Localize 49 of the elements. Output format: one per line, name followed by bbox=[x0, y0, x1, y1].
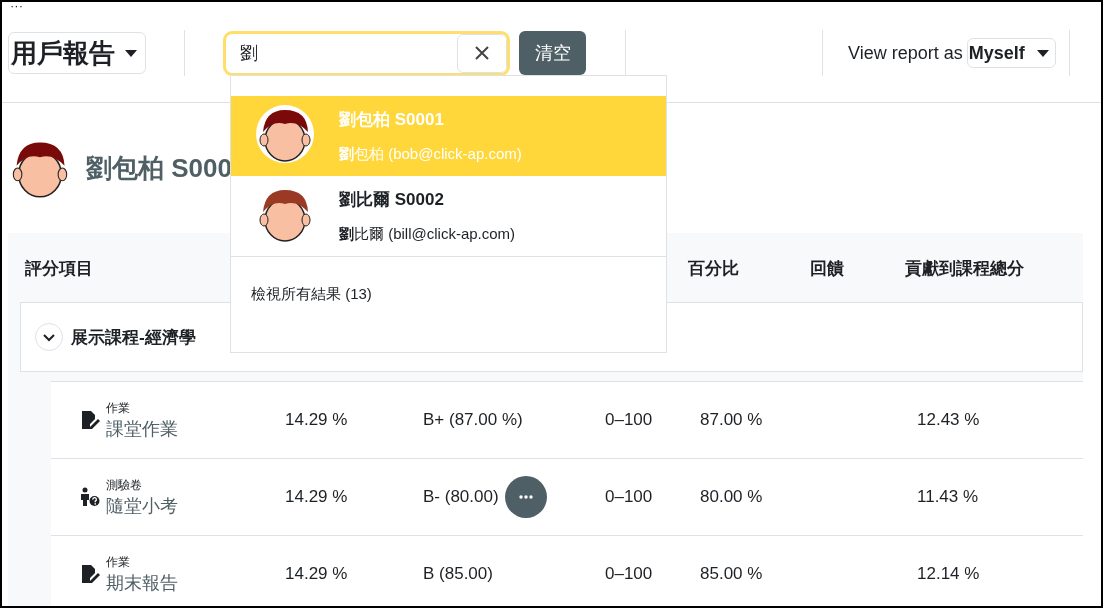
category-name: 展示課程-經濟學 bbox=[71, 326, 196, 349]
item-type: 作業 bbox=[106, 553, 131, 571]
chevron-icon[interactable] bbox=[35, 323, 63, 351]
person-question-icon bbox=[80, 487, 100, 507]
percentage-cell-text: 80.00 % bbox=[700, 487, 764, 507]
weight-cell-text: 14.29 % bbox=[285, 410, 349, 430]
clear-button[interactable]: 清空 bbox=[519, 31, 586, 75]
document-pen-icon bbox=[80, 564, 100, 584]
item-link[interactable]: 課堂作業 bbox=[106, 416, 178, 441]
column-header: 貢獻到課程總分 bbox=[905, 257, 1025, 280]
percentage-cell-text: 85.00 % bbox=[700, 564, 764, 584]
result-detail: 劉包柏 (bob@click-ap.com) bbox=[339, 145, 522, 164]
grade-cell: B+ (87.00 %) bbox=[423, 410, 523, 430]
view-as-selector[interactable]: Myself bbox=[966, 38, 1056, 68]
contribution-cell-text: 12.14 % bbox=[917, 564, 981, 584]
result-title: 劉包柏 S0001 bbox=[339, 109, 445, 131]
column-header: 回饋 bbox=[810, 257, 845, 280]
range-cell-text: 0–100 bbox=[605, 410, 654, 430]
dots-icon bbox=[518, 495, 533, 499]
result-title: 劉比爾 S0002 bbox=[339, 189, 445, 211]
avatar bbox=[255, 104, 315, 164]
weight-cell-text: 14.29 % bbox=[285, 487, 349, 507]
contribution-cell-text: 11.43 % bbox=[917, 487, 980, 507]
view-all-link[interactable]: 檢視所有結果 (13) bbox=[231, 257, 666, 304]
grade-cell: B (85.00) bbox=[423, 564, 493, 584]
document-pen-icon bbox=[80, 410, 100, 430]
grade-cell: B- (80.00) bbox=[423, 487, 499, 507]
report-selector[interactable]: 用戶報告 bbox=[8, 32, 146, 74]
column-header: 百分比 bbox=[688, 257, 740, 280]
column-header: 評分項目 bbox=[25, 257, 94, 280]
weight-cell-text: 14.29 % bbox=[285, 564, 349, 584]
view-as-label: View report as bbox=[848, 42, 963, 64]
user-name: 劉包柏 S000 bbox=[86, 151, 232, 185]
caret-icon bbox=[125, 49, 137, 57]
percentage-cell-text: 87.00 % bbox=[700, 410, 764, 430]
close-icon[interactable] bbox=[457, 33, 507, 73]
search-box[interactable]: 劉 bbox=[223, 30, 510, 76]
result-detail: 劉比爾 (bill@click-ap.com) bbox=[339, 225, 516, 244]
range-cell-text: 0–100 bbox=[605, 564, 654, 584]
more-menu[interactable]: ··· bbox=[10, 2, 23, 13]
search-result[interactable]: 劉比爾 S0002 劉比爾 (bill@click-ap.com) bbox=[231, 176, 666, 256]
caret-icon bbox=[1036, 49, 1049, 57]
more-button[interactable] bbox=[504, 476, 547, 518]
item-link[interactable]: 期末報告 bbox=[106, 570, 178, 595]
contribution-cell-text: 12.43 % bbox=[917, 410, 981, 430]
item-type: 作業 bbox=[106, 399, 131, 417]
item-link[interactable]: 隨堂小考 bbox=[106, 493, 178, 518]
item-type: 測驗卷 bbox=[106, 476, 143, 494]
range-cell-text: 0–100 bbox=[605, 487, 654, 507]
